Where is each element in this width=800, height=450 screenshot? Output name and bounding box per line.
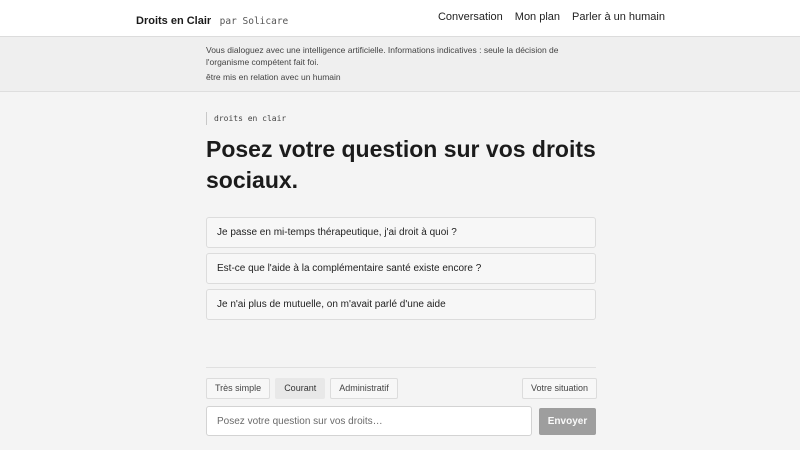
level-tres-simple[interactable]: Très simple (206, 378, 271, 399)
language-level-selector: Très simple Courant Administratif (206, 378, 398, 399)
nav-mon-plan[interactable]: Mon plan (515, 11, 560, 23)
level-administratif[interactable]: Administratif (330, 378, 398, 399)
brand-name: Droits en Clair (136, 15, 212, 27)
human-contact-link[interactable]: être mis en relation avec un humain (206, 72, 341, 82)
brand[interactable]: Droits en Clair par Solicare (136, 11, 288, 29)
level-courant[interactable]: Courant (275, 378, 326, 399)
suggestion-item[interactable]: Je passe en mi-temps thérapeutique, j'ai… (206, 217, 596, 248)
nav-parler-humain[interactable]: Parler à un humain (572, 11, 665, 23)
brand-subtitle: par Solicare (219, 16, 289, 27)
question-input[interactable] (206, 406, 532, 436)
suggestion-item[interactable]: Est-ce que l'aide à la complémentaire sa… (206, 253, 596, 284)
composer-divider (206, 367, 596, 368)
page-title: Posez votre question sur vos droits soci… (206, 136, 596, 193)
ai-disclaimer-text: Vous dialoguez avec une intelligence art… (206, 45, 559, 67)
suggestion-item[interactable]: Je n'ai plus de mutuelle, on m'avait par… (206, 289, 596, 320)
ai-notice-banner: Vous dialoguez avec une intelligence art… (0, 37, 800, 92)
situation-button[interactable]: Votre situation (522, 378, 598, 399)
send-button[interactable]: Envoyer (539, 408, 596, 435)
top-header: Droits en Clair par Solicare Conversatio… (0, 0, 800, 37)
suggestion-list: Je passe en mi-temps thérapeutique, j'ai… (206, 217, 596, 325)
nav-conversation[interactable]: Conversation (438, 11, 503, 23)
section-tag: droits en clair (206, 112, 286, 125)
main-nav: Conversation Mon plan Parler à un humain (438, 11, 665, 23)
